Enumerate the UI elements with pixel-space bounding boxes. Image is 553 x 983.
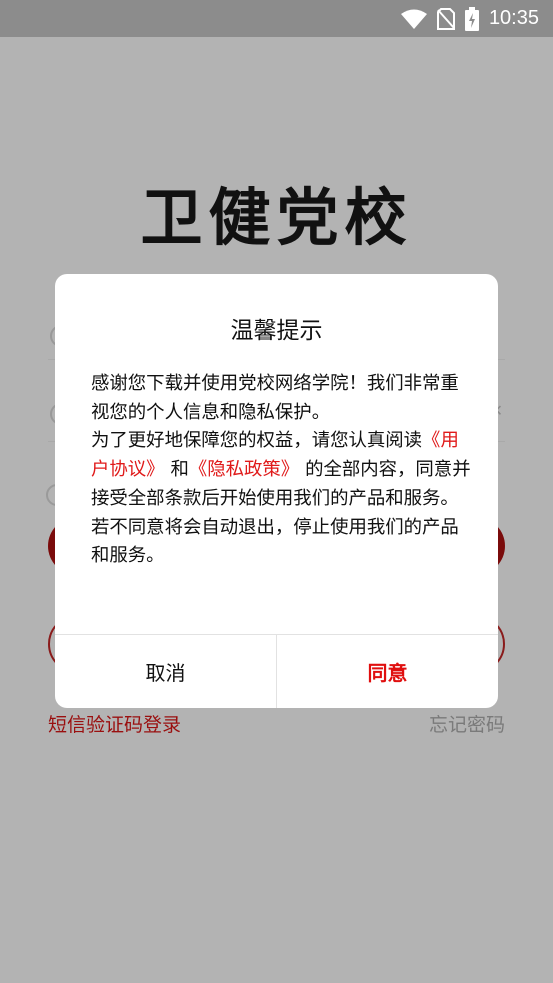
dialog-paragraph-2: 为了更好地保障您的权益，请您认真阅读《用户协议》 和《隐私政策》 的全部内容，同… bbox=[91, 427, 471, 513]
dialog-body: 感谢您下载并使用党校网络学院！我们非常重视您的个人信息和隐私保护。 为了更好地保… bbox=[91, 370, 471, 571]
privacy-dialog: 温馨提示 感谢您下载并使用党校网络学院！我们非常重视您的个人信息和隐私保护。 为… bbox=[55, 274, 498, 708]
cancel-button[interactable]: 取消 bbox=[55, 635, 277, 708]
sms-login-link[interactable]: 短信验证码登录 bbox=[48, 710, 181, 737]
forgot-password-link[interactable]: 忘记密码 bbox=[429, 710, 505, 737]
dialog-paragraph-2-prefix: 为了更好地保障您的权益，请您认真阅读 bbox=[91, 430, 423, 452]
app-logo: 卫健党校 bbox=[140, 181, 413, 254]
dialog-paragraph-1: 感谢您下载并使用党校网络学院！我们非常重视您的个人信息和隐私保护。 bbox=[91, 373, 459, 423]
dialog-title: 温馨提示 bbox=[230, 318, 323, 344]
dialog-footer: 取消 同意 bbox=[55, 634, 498, 708]
status-bar: 10:35 bbox=[0, 0, 553, 37]
no-sim-icon bbox=[436, 7, 455, 30]
wifi-icon bbox=[400, 9, 427, 29]
agree-button[interactable]: 同意 bbox=[277, 635, 498, 708]
dialog-and-text: 和 bbox=[170, 459, 189, 481]
status-time: 10:35 bbox=[488, 7, 539, 29]
privacy-policy-link[interactable]: 《隐私政策》 bbox=[189, 459, 299, 480]
battery-charging-icon bbox=[464, 6, 479, 31]
dialog-paragraph-3: 若不同意将会自动退出，停止使用我们的产品和服务。 bbox=[91, 516, 459, 567]
